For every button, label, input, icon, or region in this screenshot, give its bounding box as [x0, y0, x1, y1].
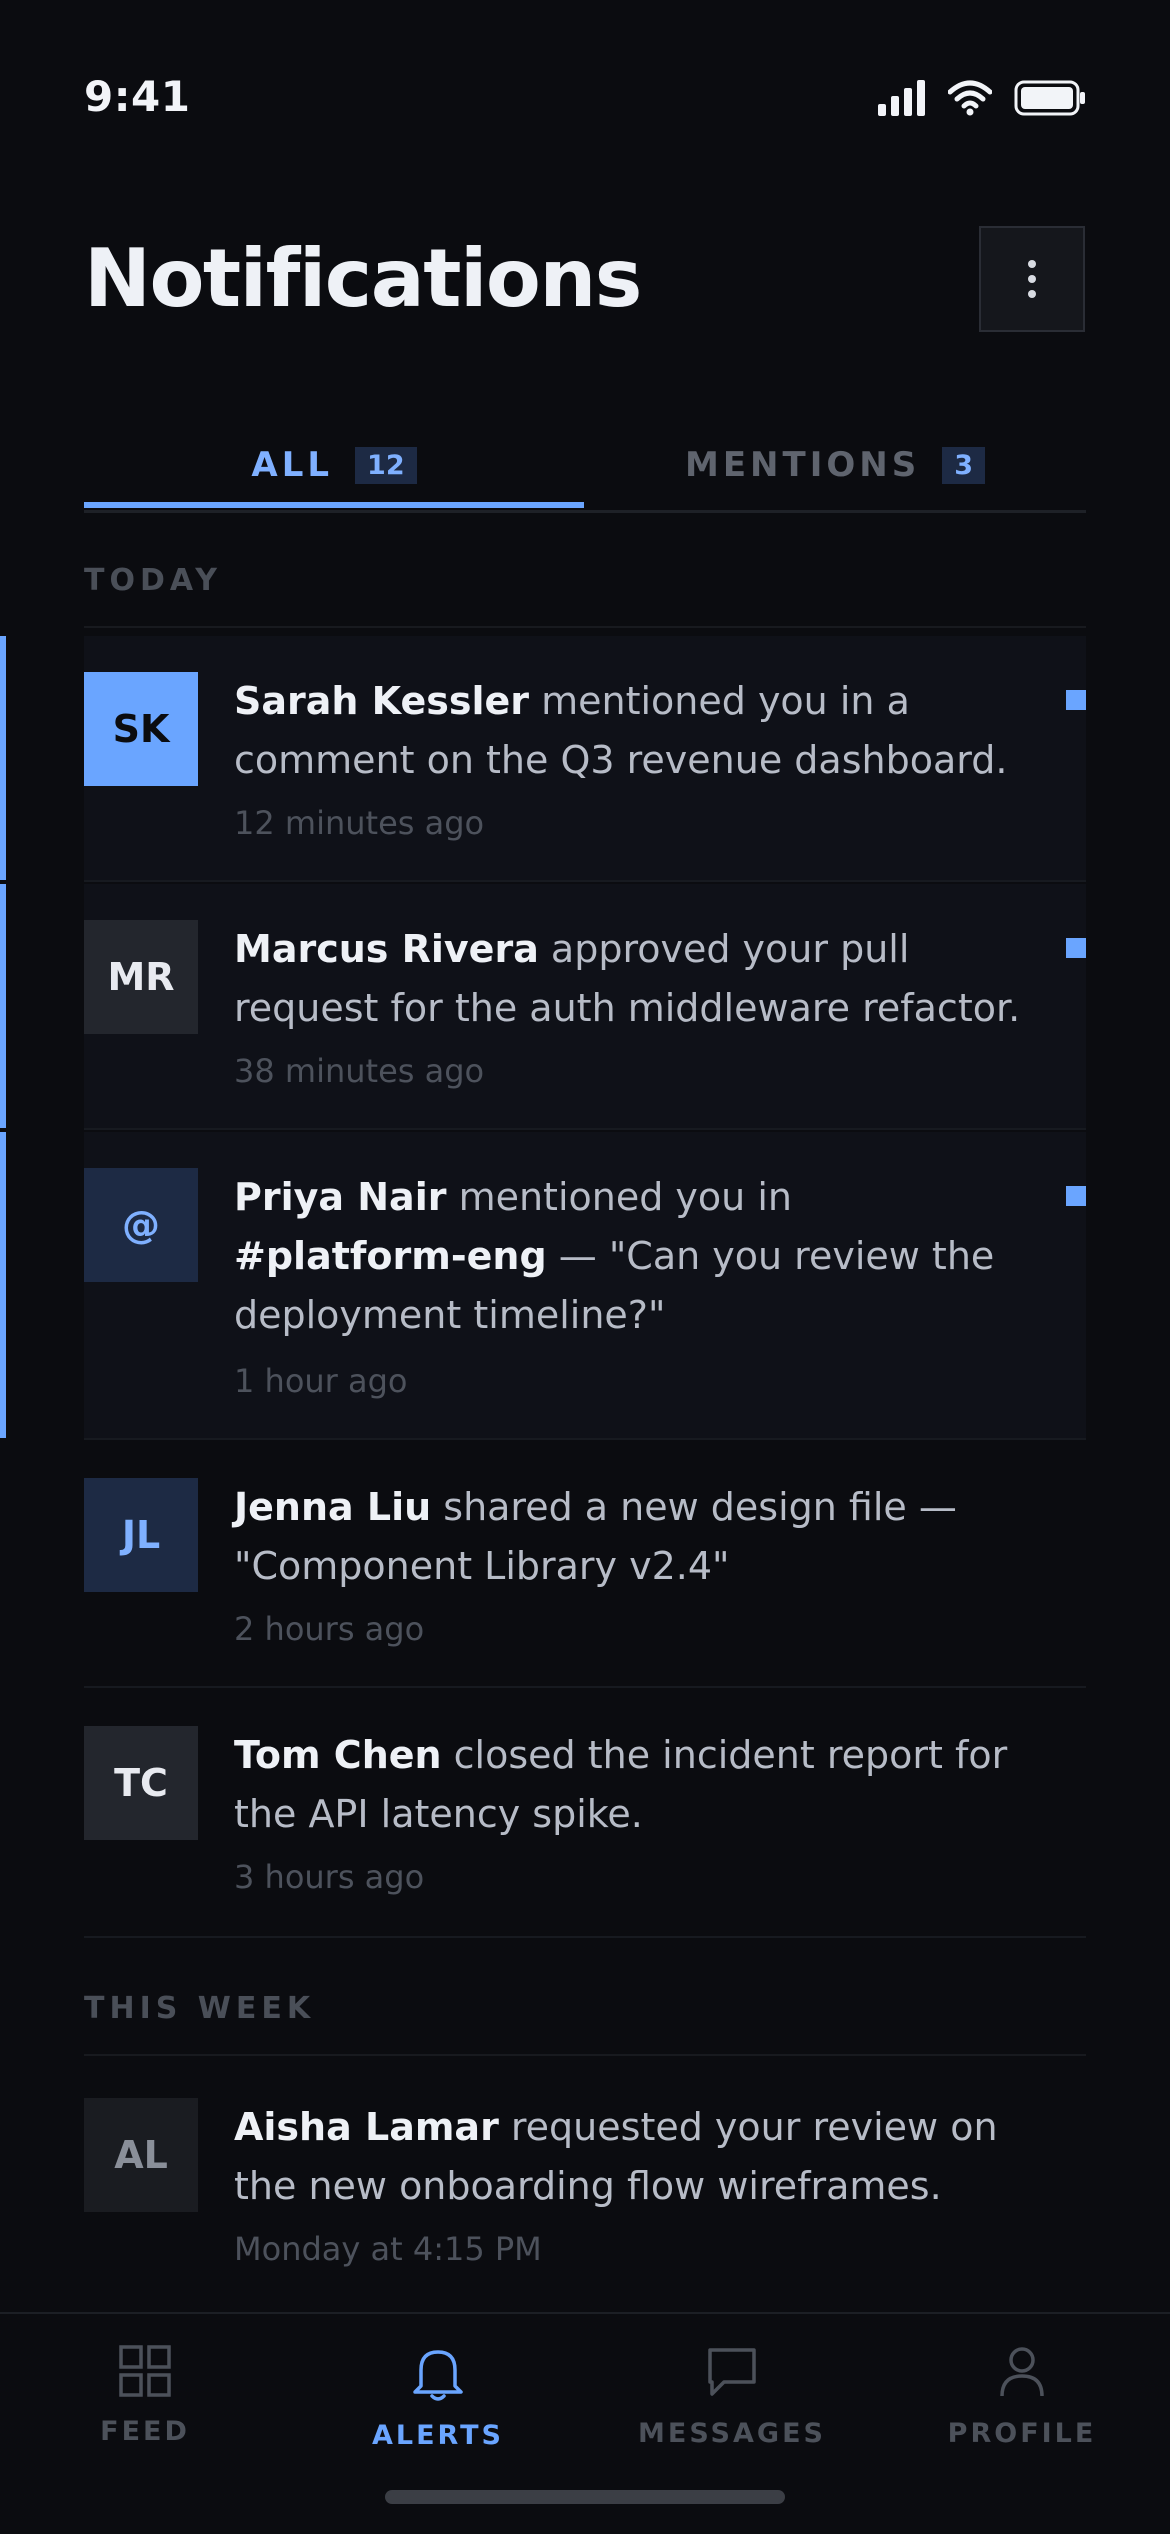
status-icons — [878, 80, 1086, 116]
battery-icon — [1014, 80, 1085, 116]
unread-dot — [1066, 690, 1086, 710]
grid-icon — [119, 2345, 171, 2397]
home-indicator — [385, 2490, 785, 2504]
channel-link[interactable]: #platform-eng — [234, 1234, 547, 1278]
notification-item[interactable]: @ Priya Nair mentioned you in #platform-… — [84, 1132, 1086, 1438]
notification-item[interactable]: AL Aisha Lamar requested your review on … — [84, 2062, 1086, 2306]
notification-item[interactable]: MR Marcus Rivera approved your pull requ… — [84, 884, 1086, 1128]
notification-item[interactable]: SK Sarah Kessler mentioned you in a comm… — [84, 636, 1086, 880]
tab-bar: ALL 12 MENTIONS 3 — [84, 420, 1086, 513]
section-header-today: TODAY — [84, 563, 222, 598]
section-header-this-week: THIS WEEK — [84, 1991, 316, 2026]
notification-timestamp: 3 hours ago — [234, 1858, 425, 1896]
status-time: 9:41 — [84, 72, 191, 121]
nav-label: MESSAGES — [638, 2418, 826, 2449]
unread-dot — [1066, 938, 1086, 958]
notification-text: Sarah Kessler mentioned you in a comment… — [234, 672, 1034, 790]
nav-item-profile[interactable]: PROFILE — [922, 2344, 1122, 2449]
row-divider — [84, 1936, 1086, 1938]
notification-timestamp: 12 minutes ago — [234, 804, 485, 842]
person-icon — [1000, 2347, 1044, 2397]
section-divider — [84, 2054, 1086, 2056]
notification-timestamp: 2 hours ago — [234, 1610, 425, 1648]
notification-text: Aisha Lamar requested your review on the… — [234, 2098, 1034, 2216]
more-options-button[interactable] — [979, 226, 1085, 332]
notification-item[interactable]: TC Tom Chen closed the incident report f… — [84, 1690, 1086, 1934]
nav-label: PROFILE — [947, 2418, 1097, 2449]
page-title: Notifications — [84, 232, 642, 325]
tab-mentions[interactable]: MENTIONS 3 — [584, 420, 1086, 510]
actor-name: Priya Nair — [234, 1175, 447, 1219]
section-divider — [84, 626, 1086, 628]
avatar: AL — [84, 2098, 198, 2212]
actor-name: Aisha Lamar — [234, 2105, 499, 2149]
actor-name: Tom Chen — [234, 1733, 442, 1777]
notification-message: mentioned you in — [446, 1175, 792, 1219]
unread-indicator-bar — [0, 884, 6, 1128]
avatar: SK — [84, 672, 198, 786]
bell-icon — [413, 2350, 463, 2401]
notification-text: Tom Chen closed the incident report for … — [234, 1726, 1034, 1844]
nav-label: FEED — [100, 2416, 190, 2447]
notification-text: Marcus Rivera approved your pull request… — [234, 920, 1034, 1038]
unread-dot — [1066, 1186, 1086, 1206]
notification-text: Priya Nair mentioned you in #platform-en… — [234, 1168, 1034, 1345]
active-tab-indicator — [84, 502, 584, 508]
tab-mentions-label: MENTIONS — [685, 445, 921, 485]
row-divider — [84, 1128, 1086, 1130]
actor-name: Sarah Kessler — [234, 679, 530, 723]
actor-name: Jenna Liu — [234, 1485, 432, 1529]
notification-item[interactable]: JL Jenna Liu shared a new design file — … — [84, 1442, 1086, 1686]
mention-avatar: @ — [84, 1168, 198, 1282]
notification-timestamp: 38 minutes ago — [234, 1052, 485, 1090]
more-vertical-icon — [1028, 260, 1036, 298]
nav-label: ALERTS — [372, 2420, 504, 2451]
notification-timestamp: 1 hour ago — [234, 1362, 408, 1400]
nav-item-alerts[interactable]: ALERTS — [338, 2344, 538, 2451]
avatar: TC — [84, 1726, 198, 1840]
actor-name: Marcus Rivera — [234, 927, 539, 971]
tab-all[interactable]: ALL 12 — [84, 420, 584, 510]
nav-item-messages[interactable]: MESSAGES — [632, 2344, 832, 2449]
avatar: JL — [84, 1478, 198, 1592]
cellular-signal-icon — [878, 80, 925, 116]
unread-indicator-bar — [0, 636, 6, 880]
chat-bubble-icon — [708, 2348, 756, 2396]
tab-all-count-badge: 12 — [355, 446, 417, 484]
tab-mentions-count-badge: 3 — [942, 446, 985, 484]
nav-item-feed[interactable]: FEED — [45, 2344, 245, 2447]
row-divider — [84, 1686, 1086, 1688]
notification-text: Jenna Liu shared a new design file — "Co… — [234, 1478, 1034, 1596]
tab-all-label: ALL — [251, 445, 334, 485]
row-divider — [84, 880, 1086, 882]
avatar: MR — [84, 920, 198, 1034]
unread-indicator-bar — [0, 1132, 6, 1438]
notification-timestamp: Monday at 4:15 PM — [234, 2230, 542, 2268]
row-divider — [84, 1438, 1086, 1440]
wifi-icon — [948, 80, 992, 116]
